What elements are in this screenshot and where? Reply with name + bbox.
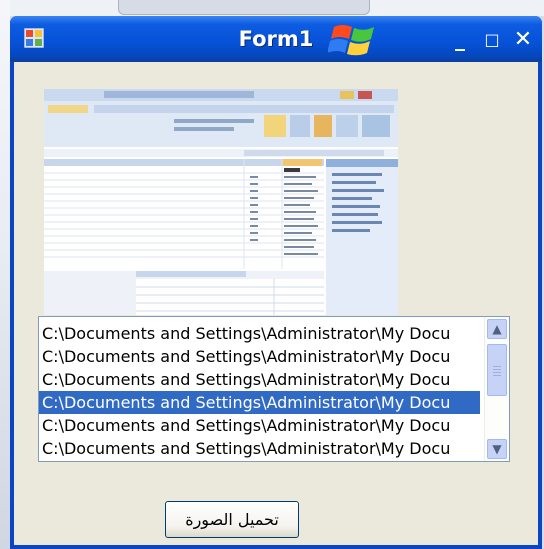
scroll-up-arrow-icon[interactable]: ▲ — [487, 319, 507, 339]
background-window-tab — [118, 0, 370, 15]
grip-line — [493, 369, 501, 370]
list-item[interactable]: C:\Documents and Settings\Administrator\… — [39, 414, 480, 437]
form-window: Form1 _ □ ✕ C:\Documents and Settings\Ad… — [10, 16, 542, 549]
grip-line — [493, 366, 501, 367]
picture-box — [44, 89, 398, 315]
maximize-button[interactable]: □ — [481, 28, 503, 50]
load-image-button[interactable]: تحميل الصورة — [165, 501, 299, 538]
list-item[interactable]: C:\Documents and Settings\Administrator\… — [39, 368, 480, 391]
desktop-background-left — [0, 0, 10, 549]
list-item[interactable]: C:\Documents and Settings\Administrator\… — [39, 345, 480, 368]
list-item-selected[interactable]: C:\Documents and Settings\Administrator\… — [39, 391, 480, 414]
form-client-area: C:\Documents and Settings\Administrator\… — [14, 62, 538, 545]
vertical-scrollbar[interactable]: ▲ ▼ — [484, 317, 509, 461]
windows-logo-icon — [328, 25, 374, 56]
list-item[interactable]: C:\Documents and Settings\Administrator\… — [39, 437, 480, 460]
desktop-background-strip — [0, 0, 544, 16]
scroll-thumb[interactable] — [487, 344, 507, 396]
minimize-button[interactable]: _ — [449, 27, 471, 51]
grip-line — [493, 372, 501, 373]
scroll-down-arrow-icon[interactable]: ▼ — [487, 439, 507, 459]
title-bar[interactable]: Form1 _ □ ✕ — [10, 16, 542, 62]
grip-line — [493, 375, 501, 376]
list-item[interactable]: C:\Documents and Settings\Administrator\… — [39, 322, 480, 345]
close-button[interactable]: ✕ — [512, 27, 534, 52]
file-listbox[interactable]: C:\Documents and Settings\Administrator\… — [38, 316, 510, 462]
list-items: C:\Documents and Settings\Administrator\… — [39, 317, 480, 460]
